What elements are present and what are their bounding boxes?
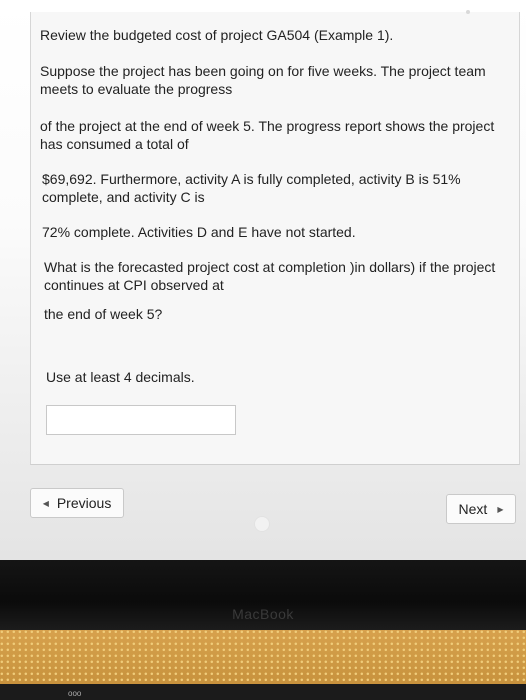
previous-button-label: Previous — [56, 495, 112, 511]
previous-button[interactable]: ◀ Previous — [30, 488, 124, 518]
screen-glare — [466, 10, 470, 14]
question-text: continues at CPI observed at — [44, 277, 224, 293]
key-label: ooo — [68, 689, 82, 698]
triangle-right-icon: ▶ — [497, 504, 504, 514]
faint-logo-icon — [254, 516, 270, 532]
question-text: of the project at the end of week 5. The… — [40, 118, 495, 134]
question-text: Suppose the project has been going on fo… — [40, 63, 486, 79]
question-text: What is the forecasted project cost at c… — [44, 259, 496, 275]
question-text: meets to evaluate the progress — [40, 81, 233, 97]
instruction-text: Use at least 4 decimals. — [46, 369, 195, 385]
question-text: $69,692. Furthermore, activity A is full… — [42, 171, 461, 187]
next-button-label: Next — [458, 501, 488, 517]
brand-label: MacBook — [232, 606, 294, 622]
next-button[interactable]: Next ▶ — [446, 494, 516, 524]
answer-input[interactable] — [46, 405, 236, 435]
question-text: has consumed a total of — [40, 136, 189, 152]
triangle-left-icon: ◀ — [42, 498, 49, 508]
question-title: Review the budgeted cost of project GA50… — [40, 27, 394, 43]
question-text: complete, and activity C is — [42, 189, 205, 205]
question-text: the end of week 5? — [44, 306, 163, 322]
question-text: 72% complete. Activities D and E have no… — [42, 224, 356, 240]
